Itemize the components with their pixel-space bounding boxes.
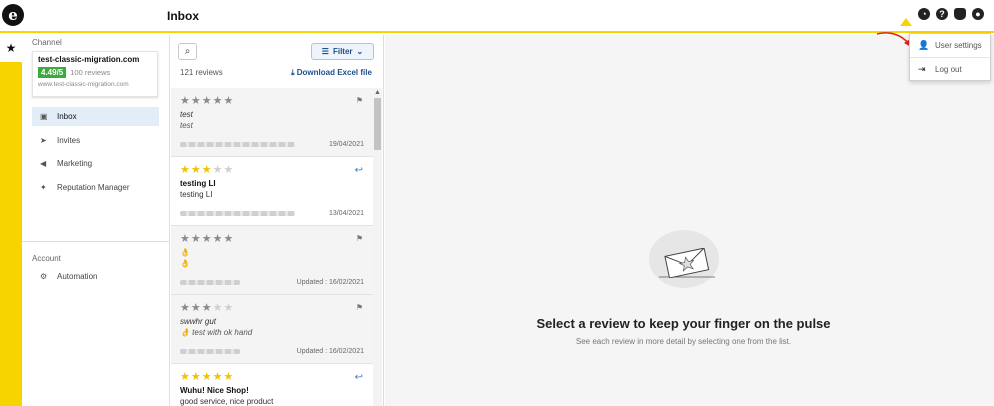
rail: [0, 35, 22, 406]
star-rating: ★★★★★: [180, 371, 235, 383]
dropdown-caret: [900, 18, 912, 26]
download-label: Download Excel file: [296, 68, 372, 77]
sidebar-item-invites[interactable]: ➤ Invites: [32, 131, 159, 150]
reviewer-email-blurred: [180, 211, 295, 216]
top-bar: e Inbox ◔ ? ●: [0, 0, 994, 33]
rating-badge: 4.49/5: [38, 67, 67, 78]
filter-label: Filter: [332, 47, 353, 56]
review-title: 👌: [180, 248, 190, 257]
flag-icon[interactable]: ⚑: [356, 303, 363, 312]
review-title: testing LI: [180, 179, 216, 188]
reviewer-email-blurred: [180, 142, 295, 147]
channel-name: test-classic-migration.com: [38, 55, 140, 64]
speed-icon[interactable]: ◔: [918, 8, 930, 20]
review-body: test: [180, 121, 193, 130]
review-date: Updated : 16/02/2021: [296, 279, 364, 286]
star-rating: ★★★★★: [180, 95, 235, 107]
review-date: 13/04/2021: [328, 210, 364, 217]
review-date: Updated : 16/02/2021: [296, 348, 364, 355]
review-card[interactable]: ★★★★★ 👌 👌 ⚑ Updated : 16/02/2021: [171, 226, 373, 295]
sparkle-icon: ✦: [40, 182, 47, 192]
user-dropdown: 👤 User settings ⇥ Log out: [909, 33, 991, 81]
review-list: ⌕ ☰ Filter ⌄ 121 reviews ⤓ Download Exce…: [171, 35, 384, 406]
review-date: 19/04/2021: [328, 141, 364, 148]
menu-item-log-out[interactable]: ⇥ Log out: [910, 57, 990, 80]
chevron-down-icon: ⌄: [356, 47, 364, 56]
automation-icon: ⚙: [40, 271, 48, 281]
scrollbar-thumb[interactable]: [374, 98, 381, 150]
sidebar-item-label: Automation: [57, 272, 98, 281]
detail-pane: Select a review to keep your finger on t…: [385, 35, 994, 406]
inbox-icon: ▣: [40, 111, 48, 121]
star-rating: ★★★★★: [180, 302, 235, 314]
reviews-count: 121 reviews: [180, 68, 223, 77]
sidebar-item-reputation-manager[interactable]: ✦ Reputation Manager: [32, 178, 159, 197]
reviewer-email-blurred: [180, 280, 240, 285]
user-icon[interactable]: ●: [972, 8, 984, 20]
logout-icon: ⇥: [918, 63, 926, 74]
bell-icon[interactable]: [954, 8, 966, 20]
page-title: Inbox: [167, 9, 199, 23]
reply-icon[interactable]: ↩: [355, 372, 363, 383]
menu-item-user-settings[interactable]: 👤 User settings: [910, 34, 990, 57]
review-body: good service, nice product: [180, 397, 274, 406]
star-rating: ★★★★★: [180, 164, 235, 176]
menu-item-label: Log out: [935, 64, 962, 74]
review-body: 👌 test with ok hand: [180, 328, 253, 337]
review-card[interactable]: ★★★★★ swwhr gut 👌 test with ok hand ⚑ Up…: [171, 295, 373, 364]
sidebar-item-automation[interactable]: ⚙ Automation: [32, 267, 159, 286]
review-count: 100 reviews: [70, 68, 111, 77]
sidebar-item-inbox[interactable]: ▣ Inbox: [32, 107, 159, 126]
star-rating: ★★★★★: [180, 233, 235, 245]
sidebar-item-label: Invites: [57, 136, 81, 145]
user-icon: 👤: [918, 40, 930, 50]
empty-state-subtitle: See each review in more detail by select…: [575, 337, 792, 346]
sidebar: Channel test-classic-migration.com 4.49/…: [22, 35, 170, 406]
search-icon: ⌕: [184, 46, 191, 57]
empty-state-title: Select a review to keep your finger on t…: [536, 316, 831, 331]
logo-icon[interactable]: e: [2, 4, 24, 26]
sidebar-item-label: Inbox: [57, 112, 77, 121]
review-card[interactable]: ★★★★★ Wuhu! Nice Shop! good service, nic…: [171, 364, 373, 406]
flag-icon[interactable]: ⚑: [356, 234, 363, 243]
sidebar-item-label: Marketing: [57, 159, 93, 168]
envelope-icon: [659, 248, 715, 278]
filter-icon: ☰: [321, 47, 329, 56]
channel-card[interactable]: test-classic-migration.com 4.49/5 100 re…: [32, 51, 158, 97]
channel-label: Channel: [32, 38, 62, 47]
account-label: Account: [32, 254, 61, 263]
send-icon: ➤: [40, 135, 47, 145]
review-title: Wuhu! Nice Shop!: [180, 386, 249, 395]
review-title: test: [180, 110, 193, 119]
sidebar-item-label: Reputation Manager: [57, 183, 130, 192]
download-excel-link[interactable]: ⤓ Download Excel file: [291, 68, 372, 78]
sidebar-divider: [22, 241, 169, 242]
scroll-up-icon[interactable]: ▲: [374, 89, 381, 96]
menu-item-label: User settings: [935, 41, 982, 50]
review-card[interactable]: ★★★★★ testing LI testing LI ↩ 13/04/2021: [171, 157, 373, 226]
review-card[interactable]: ★★★★★ test test ⚑ 19/04/2021: [171, 88, 373, 157]
help-icon[interactable]: ?: [936, 8, 948, 20]
channel-url: www.test-classic-migration.com: [38, 81, 129, 88]
review-body: 👌: [180, 259, 190, 268]
reviewer-email-blurred: [180, 349, 240, 354]
top-icons: ◔ ? ●: [918, 8, 984, 20]
search-button[interactable]: ⌕: [178, 43, 197, 60]
reply-icon[interactable]: ↩: [355, 165, 363, 176]
review-body: testing LI: [180, 190, 213, 199]
megaphone-icon: ◀: [40, 158, 47, 168]
flag-icon[interactable]: ⚑: [356, 96, 363, 105]
star-icon[interactable]: ★: [0, 35, 22, 62]
review-title: swwhr gut: [180, 317, 217, 326]
sidebar-item-marketing[interactable]: ◀ Marketing: [32, 154, 159, 173]
filter-button[interactable]: ☰ Filter ⌄: [311, 43, 374, 60]
